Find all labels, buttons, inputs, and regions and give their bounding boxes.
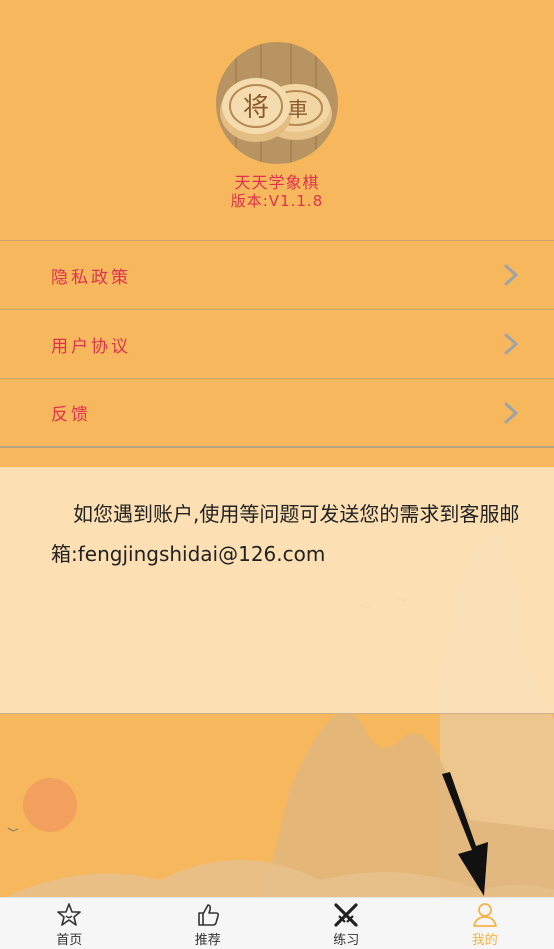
tab-home[interactable]: 首页	[0, 898, 139, 949]
app-version: 版本:V1.1.8	[230, 192, 324, 210]
tab-label: 我的	[471, 933, 498, 948]
tab-recommend[interactable]: 推荐	[139, 898, 278, 949]
chevron-right-icon	[504, 264, 519, 286]
tab-practice[interactable]: 练习	[277, 898, 416, 949]
menu-item-privacy-policy[interactable]: 隐私政策	[0, 241, 554, 310]
tab-mine[interactable]: 我的	[416, 898, 554, 949]
app-logo: 将 車	[216, 42, 338, 164]
menu-item-label: 反馈	[51, 405, 91, 425]
chevron-right-icon	[504, 402, 519, 423]
menu-item-user-agreement[interactable]: 用户协议	[0, 310, 554, 379]
profile-page: 将 車 天天学象棋 版本:V1.1.8 隐私政策 用户协议 反馈 如您遇到账户,…	[0, 0, 554, 949]
chevron-right-icon	[504, 333, 519, 355]
svg-text:将: 将	[243, 93, 269, 123]
tab-label: 推荐	[194, 933, 221, 948]
settings-menu: 隐私政策 用户协议 反馈	[0, 240, 554, 448]
bottom-tab-bar: 首页 推荐 练习 我的	[0, 897, 554, 949]
menu-item-label: 隐私政策	[51, 267, 131, 288]
tab-label: 首页	[56, 933, 83, 948]
menu-item-feedback[interactable]: 反馈	[0, 379, 554, 448]
pointer-arrow-icon	[442, 772, 488, 896]
menu-item-label: 用户协议	[51, 336, 131, 357]
support-info-panel: 如您遇到账户,使用等问题可发送您的需求到客服邮箱:fengjingshidai@…	[0, 467, 554, 714]
support-info-text: 如您遇到账户,使用等问题可发送您的需求到客服邮箱:fengjingshidai@…	[51, 502, 520, 566]
star-home-icon	[57, 903, 82, 926]
crossed-swords-icon	[334, 903, 358, 927]
thumbs-up-icon	[197, 904, 219, 926]
tab-label: 练习	[333, 933, 360, 948]
svg-text:車: 車	[288, 97, 308, 121]
user-icon	[472, 903, 497, 927]
